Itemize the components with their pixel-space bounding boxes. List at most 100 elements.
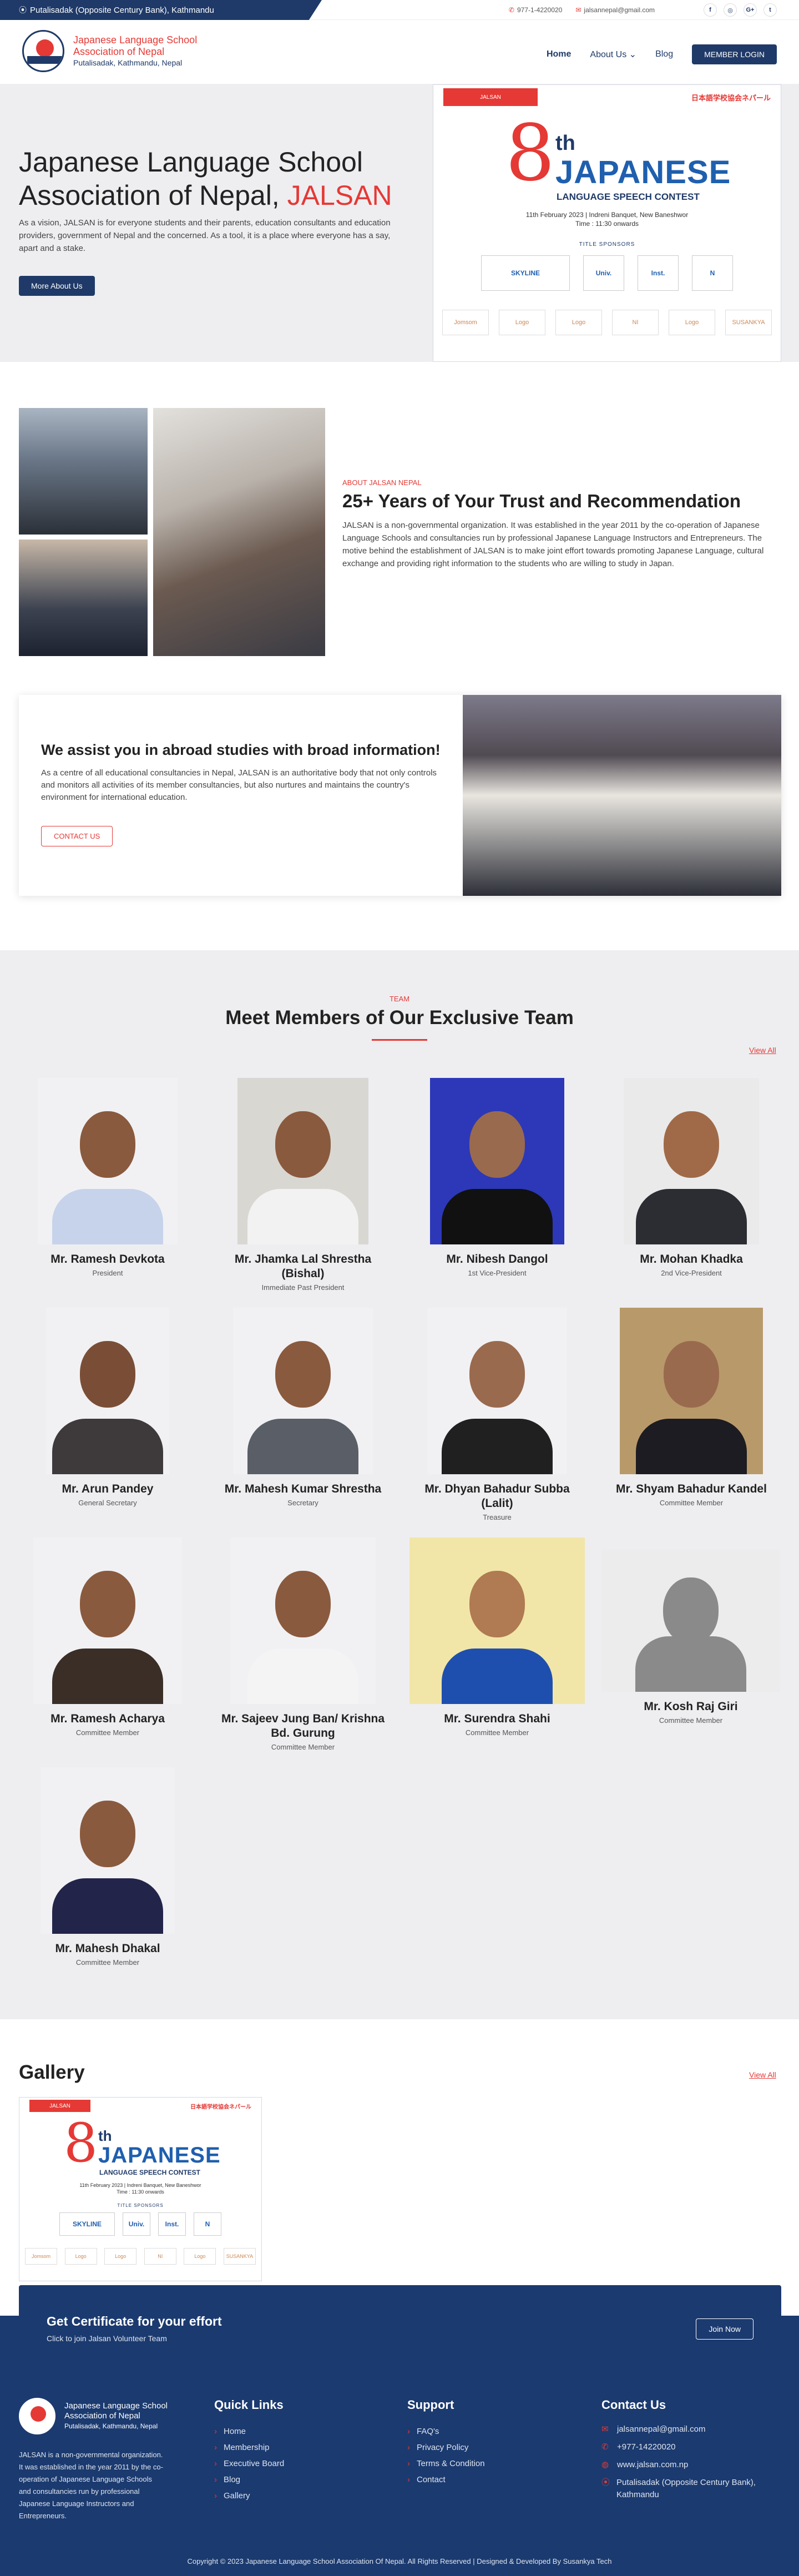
footer-link-terms[interactable]: › Terms & Condition <box>407 2456 485 2472</box>
team-member-card[interactable]: Mr. Mohan Khadka 2nd Vice-President <box>608 1078 775 1277</box>
footer-link-contact[interactable]: › Contact <box>407 2472 485 2488</box>
footer-link-label: Contact <box>417 2475 446 2484</box>
mail-icon: ✉ <box>575 6 581 14</box>
gallery-poster-date: 11th February 2023 | Indreni Banquet, Ne… <box>79 2182 201 2188</box>
nav-about[interactable]: About Us ⌄ <box>590 49 636 60</box>
chevron-right-icon: › <box>407 2427 410 2436</box>
sponsor-logo: Inst. <box>638 255 679 291</box>
team-member-card[interactable]: Mr. Nibesh Dangol 1st Vice-President <box>414 1078 580 1277</box>
chevron-right-icon: › <box>214 2459 217 2468</box>
footer-logo-line1: Japanese Language School <box>64 2401 168 2411</box>
footer-address: ⦿ Putalisadak (Opposite Century Bank), Ka… <box>601 2477 785 2501</box>
poster-sponsor-label: TITLE SPONSORS <box>579 241 635 248</box>
team-member-card[interactable]: Mr. Ramesh Acharya Committee Member <box>24 1537 191 1737</box>
member-name: Mr. Ramesh Acharya <box>50 1712 165 1725</box>
twitter-icon[interactable]: t <box>763 3 777 17</box>
top-contact: ✆ 977-1-4220020 ✉ jalsannepal@gmail.com <box>509 0 655 20</box>
footer-link-home[interactable]: › Home <box>214 2423 284 2439</box>
footer-link-executive-board[interactable]: › Executive Board <box>214 2456 284 2472</box>
footer-link-faq[interactable]: › FAQ's <box>407 2423 485 2439</box>
about-kicker: ABOUT JALSAN NEPAL <box>342 478 422 487</box>
partner-logo: NI <box>612 310 659 335</box>
sponsor-logo: N <box>692 255 733 291</box>
team-member-card[interactable]: Mr. Jhamka Lal Shrestha (Bishal) Immediat… <box>220 1078 386 1292</box>
member-role: Committee Member <box>75 1958 140 1967</box>
speech-contest-poster[interactable]: JALSAN 日本語学校協会ネパール 8 th JAPANESE LANGUAGE… <box>433 84 781 362</box>
team-member-card[interactable]: Mr. Sajeev Jung Ban/ Krishna Bd. Gurung C… <box>220 1537 386 1751</box>
certificate-cta: Get Certificate for your effort Click to… <box>19 2285 781 2372</box>
join-now-button[interactable]: Join Now <box>696 2318 754 2340</box>
poster-jp-title: 日本語学校協会ネパール <box>691 93 771 102</box>
team-kicker: TEAM <box>389 995 410 1003</box>
top-phone[interactable]: ✆ 977-1-4220020 <box>509 6 562 14</box>
team-member-card[interactable]: Mr. Mahesh Dhakal Committee Member <box>24 1767 191 1967</box>
hero-title-highlight: JALSAN <box>287 180 392 211</box>
footer-email-text: jalsannepal@gmail.com <box>617 2424 706 2434</box>
footer-link-label: Home <box>224 2427 246 2436</box>
team-member-card[interactable]: Mr. Mahesh Kumar Shrestha Secretary <box>220 1308 386 1507</box>
footer-quick-links-title: Quick Links <box>214 2398 284 2412</box>
gallery-title: Gallery <box>19 2061 85 2083</box>
about-photo-award <box>19 540 148 656</box>
social-links: f ◎ G+ t <box>704 3 777 17</box>
sponsor-logo: SKYLINE <box>481 255 570 291</box>
team-member-card[interactable]: Mr. Surendra Shahi Committee Member <box>408 1537 586 1737</box>
gallery-view-all-link[interactable]: View All <box>749 2070 776 2079</box>
site-logo[interactable]: Japanese Language School Association of … <box>22 30 197 72</box>
google-plus-icon[interactable]: G+ <box>744 3 757 17</box>
hero-title: Japanese Language School Association of N… <box>19 145 418 212</box>
member-name: Mr. Sajeev Jung Ban/ Krishna Bd. Gurung <box>221 1712 385 1740</box>
member-name: Mr. Surendra Shahi <box>444 1712 550 1725</box>
logo-title-2: Association of Nepal <box>73 46 165 57</box>
partner-logo: Logo <box>669 310 715 335</box>
top-email[interactable]: ✉ jalsannepal@gmail.com <box>575 6 655 14</box>
hero-title-line2: Association of Nepal, <box>19 180 280 211</box>
member-role: Immediate Past President <box>261 1283 345 1292</box>
poster-ordinal: th <box>555 132 575 155</box>
sponsor-logo: N <box>194 2212 221 2236</box>
assist-section: We assist you in abroad studies with bro… <box>0 651 799 950</box>
member-role: Committee Member <box>659 1716 723 1725</box>
footer-link-blog[interactable]: › Blog <box>214 2472 284 2488</box>
footer-about-text: JALSAN is a non-governmental organizatio… <box>19 2451 163 2520</box>
gallery-image[interactable]: JALSAN 日本語学校協会ネパール 8 th JAPANESE LANGUAGE… <box>19 2097 262 2281</box>
facebook-icon[interactable]: f <box>704 3 717 17</box>
nav-blog[interactable]: Blog <box>655 49 673 59</box>
team-section: TEAM Meet Members of Our Exclusive Team … <box>0 950 799 2019</box>
footer-email[interactable]: ✉ jalsannepal@gmail.com <box>601 2423 785 2436</box>
partner-logo: NI <box>144 2248 176 2265</box>
instagram-icon[interactable]: ◎ <box>724 3 737 17</box>
poster-logo-left: JALSAN <box>443 88 538 106</box>
footer-phone[interactable]: ✆ +977-14220020 <box>601 2441 785 2453</box>
nav-home[interactable]: Home <box>547 49 571 59</box>
member-role: Committee Member <box>465 1728 529 1737</box>
footer-link-label: Gallery <box>224 2491 250 2501</box>
gallery-poster-time: Time : 11:30 onwards <box>117 2189 164 2195</box>
footer-link-label: FAQ's <box>417 2427 439 2436</box>
team-view-all-link[interactable]: View All <box>749 1046 776 1055</box>
footer-link-membership[interactable]: › Membership <box>214 2439 284 2456</box>
chevron-right-icon: › <box>214 2475 217 2484</box>
cta-title: Get Certificate for your effort <box>47 2314 222 2328</box>
poster-subtitle: LANGUAGE SPEECH CONTEST <box>557 191 700 202</box>
team-member-card[interactable]: Mr. Kosh Raj Giri Committee Member <box>600 1537 781 1725</box>
partner-logo: SUSANKYA <box>725 310 772 335</box>
gallery-section: Gallery View All JALSAN 日本語学校協会ネパール 8 th … <box>0 2019 799 2319</box>
footer-link-label: Blog <box>224 2475 241 2484</box>
team-member-card[interactable]: Mr. Shyam Bahadur Kandel Committee Member <box>608 1308 775 1507</box>
chevron-right-icon: › <box>407 2459 410 2468</box>
footer-website[interactable]: ◍ www.jalsan.com.np <box>601 2459 785 2471</box>
footer-link-label: Privacy Policy <box>417 2443 469 2452</box>
more-about-us-button[interactable]: More About Us <box>19 276 95 296</box>
footer-logo[interactable]: Japanese Language School Association of … <box>19 2398 168 2434</box>
member-role: Committee Member <box>75 1728 140 1737</box>
footer-link-gallery[interactable]: › Gallery <box>214 2488 284 2504</box>
member-login-button[interactable]: MEMBER LOGIN <box>692 44 777 64</box>
team-member-card[interactable]: Mr. Dhyan Bahadur Subba (Lalit) Treasure <box>414 1308 580 1521</box>
footer-link-privacy[interactable]: › Privacy Policy <box>407 2439 485 2456</box>
team-member-card[interactable]: Mr. Ramesh Devkota President <box>24 1078 191 1277</box>
team-member-card[interactable]: Mr. Arun Pandey General Secretary <box>24 1308 191 1507</box>
partner-logo: SUSANKYA <box>223 2248 256 2265</box>
copyright: Copyright © 2023 Japanese Language Schoo… <box>187 2557 612 2565</box>
contact-us-button[interactable]: CONTACT US <box>41 826 113 846</box>
